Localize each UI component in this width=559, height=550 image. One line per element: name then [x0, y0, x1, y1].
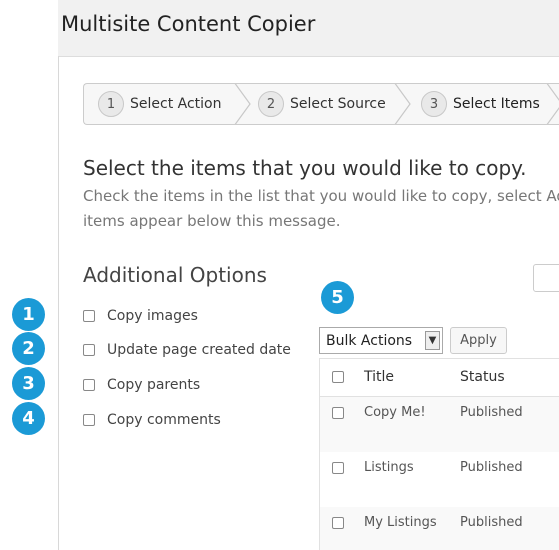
callout-badge-4: 4 [12, 402, 45, 435]
option-label: Copy parents [107, 377, 201, 393]
table-row: Copy Me! Published [320, 397, 559, 452]
app-title: Multisite Content Copier [61, 12, 316, 36]
table-row: My Listings Published [320, 507, 559, 550]
column-header-title[interactable]: Title [364, 369, 394, 385]
option-update-page-created-date: Update page created date [83, 342, 291, 358]
items-table: Title Status Copy Me! Published Listings… [319, 358, 559, 550]
option-label: Copy comments [107, 412, 221, 428]
column-header-status: Status [460, 369, 505, 385]
step-label: Select Items [453, 96, 540, 112]
table-row: Listings Published [320, 452, 559, 507]
row-checkbox[interactable] [332, 517, 344, 529]
step-number: 3 [421, 91, 447, 117]
row-checkbox[interactable] [332, 407, 344, 419]
step-number: 2 [258, 91, 284, 117]
option-label: Update page created date [107, 342, 291, 358]
apply-button[interactable]: Apply [450, 327, 507, 354]
callout-badge-2: 2 [12, 332, 45, 365]
row-title-link[interactable]: Listings [364, 460, 414, 475]
step-separator-icon [546, 84, 559, 124]
callout-badge-5: 5 [321, 281, 354, 314]
table-header: Title Status [320, 359, 559, 397]
step-select-source[interactable]: 2 Select Source [258, 84, 386, 124]
row-status: Published [460, 405, 523, 420]
row-status: Published [460, 515, 523, 530]
callout-badge-3: 3 [12, 367, 45, 400]
step-number: 1 [98, 91, 124, 117]
update-date-checkbox[interactable] [83, 344, 95, 356]
description-line: items appear below this message. [83, 212, 341, 230]
step-select-items[interactable]: 3 Select Items [421, 84, 540, 124]
page-description: Check the items in the list that you wou… [83, 184, 559, 234]
row-title-link[interactable]: My Listings [364, 515, 437, 530]
option-copy-images: Copy images [83, 308, 198, 324]
step-separator-icon [394, 84, 411, 124]
step-select-action[interactable]: 1 Select Action [98, 84, 222, 124]
wizard-steps: 1 Select Action 2 Select Source 3 Select… [83, 83, 559, 125]
step-label: Select Action [130, 96, 222, 112]
copy-images-checkbox[interactable] [83, 310, 95, 322]
step-separator-icon [234, 84, 251, 124]
row-status: Published [460, 460, 523, 475]
option-copy-parents: Copy parents [83, 377, 200, 393]
row-title-link[interactable]: Copy Me! [364, 405, 426, 420]
content-left-border [58, 56, 59, 550]
row-checkbox[interactable] [332, 462, 344, 474]
bulk-actions-select[interactable]: Bulk Actions ▼ [319, 327, 443, 354]
additional-options-title: Additional Options [83, 263, 267, 287]
option-copy-comments: Copy comments [83, 412, 221, 428]
callout-badge-1: 1 [12, 298, 45, 331]
description-line: Check the items in the list that you wou… [83, 187, 559, 205]
copy-parents-checkbox[interactable] [83, 379, 95, 391]
chevron-down-icon: ▼ [425, 331, 440, 350]
page-heading: Select the items that you would like to … [83, 156, 527, 180]
step-label: Select Source [290, 96, 386, 112]
select-all-checkbox[interactable] [332, 371, 344, 383]
bulk-actions-value: Bulk Actions [326, 332, 413, 349]
search-input[interactable] [533, 264, 559, 292]
copy-comments-checkbox[interactable] [83, 414, 95, 426]
option-label: Copy images [107, 308, 198, 324]
